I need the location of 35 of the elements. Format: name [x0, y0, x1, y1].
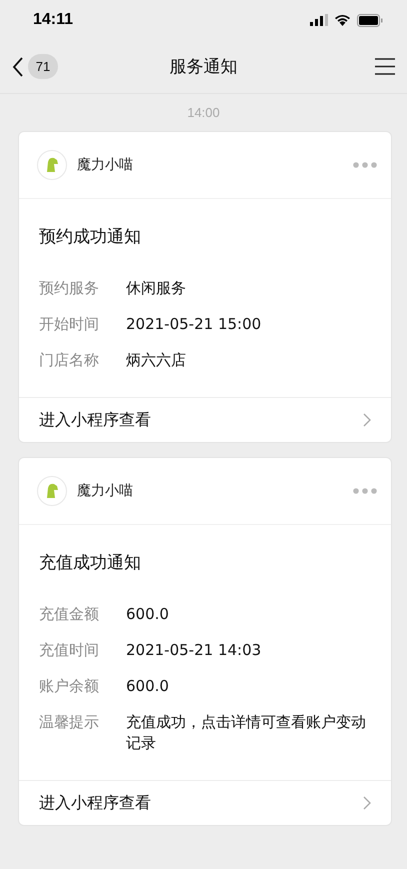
notification-title: 充值成功通知	[39, 552, 142, 574]
field-label: 门店名称	[39, 350, 100, 371]
field-value: 充值成功，点击详情可查看账户变动记录	[126, 712, 367, 754]
chevron-right-icon	[363, 413, 371, 427]
signal-icon	[310, 14, 328, 26]
field-label: 预约服务	[39, 278, 100, 299]
field-value: 炳六六店	[126, 350, 186, 371]
wifi-icon	[334, 14, 351, 26]
unread-count: 71	[28, 54, 58, 79]
sender-name: 魔力小喵	[77, 482, 133, 500]
field-label: 充值时间	[39, 640, 100, 661]
menu-icon	[375, 58, 395, 75]
field-value: 2021-05-21 14:03	[126, 640, 262, 661]
chevron-right-icon	[363, 796, 371, 810]
field-value: 休闲服务	[126, 278, 186, 299]
field-value: 2021-05-21 15:00	[126, 314, 262, 335]
field-label: 开始时间	[39, 314, 100, 335]
more-icon[interactable]	[353, 488, 377, 494]
field-label: 温馨提示	[39, 712, 100, 733]
field-value: 600.0	[126, 676, 169, 697]
open-mini-program-link[interactable]: 进入小程序查看	[19, 780, 391, 825]
open-mini-program-link[interactable]: 进入小程序查看	[19, 397, 391, 442]
field-label: 账户余额	[39, 676, 100, 697]
menu-button[interactable]	[375, 58, 395, 75]
field-value: 600.0	[126, 604, 169, 625]
back-chevron-icon	[12, 56, 24, 76]
field-label: 充值金额	[39, 604, 100, 625]
more-icon[interactable]	[353, 162, 377, 168]
status-time: 14:11	[33, 11, 74, 29]
notification-title: 预约成功通知	[39, 226, 142, 248]
page-title: 服务通知	[170, 56, 238, 78]
battery-icon	[357, 14, 383, 26]
back-button[interactable]: 71	[12, 54, 58, 79]
message-time: 14:00	[187, 105, 220, 120]
sender-name: 魔力小喵	[77, 156, 133, 174]
